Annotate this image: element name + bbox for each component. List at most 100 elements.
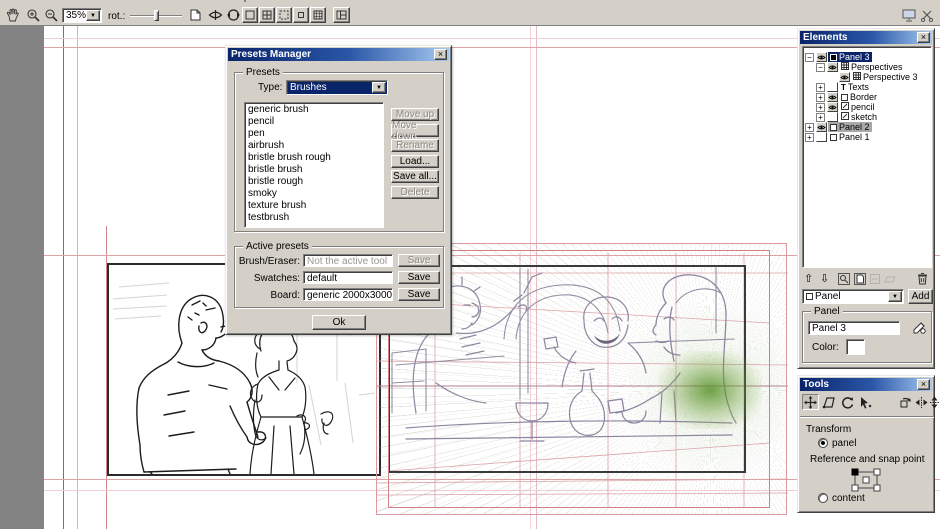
hand-tool-icon[interactable] (4, 7, 22, 23)
lens-icon[interactable] (206, 7, 224, 23)
board-field[interactable]: generic 2000x3000 [pix (303, 288, 393, 301)
tools-titlebar[interactable]: Tools (800, 378, 932, 391)
presets-list[interactable]: generic brush pencil pen airbrush bristl… (244, 102, 384, 228)
menu-edit[interactable]: Edit (36, 0, 53, 3)
elements-tree[interactable]: − Panel 3 − Perspectives Perspective 3 +… (802, 46, 932, 268)
zoom-in-icon[interactable] (24, 7, 42, 23)
expand-icon[interactable]: + (805, 122, 814, 132)
layout-cross-button[interactable] (259, 7, 275, 23)
layout-grid-button[interactable] (310, 7, 326, 23)
save-all-button[interactable]: Save all... (391, 170, 439, 183)
panel-radio[interactable] (818, 438, 828, 448)
layout-small-button[interactable] (293, 7, 309, 23)
visibility-checkbox[interactable] (827, 82, 838, 92)
menu-file[interactable]: File (6, 0, 22, 3)
type-dropdown-icon[interactable]: ▼ (372, 82, 386, 93)
tree-item-border[interactable]: + Border (803, 92, 931, 102)
tree-item-texts[interactable]: + T Texts (803, 82, 931, 92)
eye-icon[interactable] (827, 62, 838, 72)
rotation-slider-handle[interactable] (154, 10, 159, 21)
menu-help[interactable]: Help (229, 0, 250, 3)
list-item[interactable]: bristle brush rough (248, 152, 380, 164)
rename-icon[interactable] (912, 321, 926, 335)
expand-icon[interactable]: + (816, 102, 825, 112)
color-swatch[interactable] (846, 339, 865, 355)
layout-dashed-button[interactable] (276, 7, 292, 23)
move-tool-icon[interactable] (802, 394, 819, 410)
eye-icon[interactable] (816, 52, 827, 62)
eye-icon[interactable] (827, 92, 838, 102)
eye-icon[interactable] (816, 122, 827, 132)
tools-panel[interactable]: Tools × Transform panel Reference and sn… (797, 375, 939, 513)
layout-split-button[interactable] (333, 7, 350, 23)
element-type-combo[interactable]: Panel ▼ (802, 289, 904, 304)
zoom-out-icon[interactable] (42, 7, 60, 23)
menu-boards[interactable]: Boards (148, 0, 180, 3)
guide-line[interactable] (77, 26, 78, 529)
layout-single-button[interactable] (242, 7, 258, 23)
tree-item-perspectives[interactable]: − Perspectives (803, 62, 931, 72)
zoom-level-combo[interactable]: 35% ▼ (62, 8, 102, 23)
tree-item-panel-3[interactable]: − Panel 3 (803, 52, 931, 62)
move-up-icon[interactable]: ⇧ (804, 272, 813, 285)
visibility-checkbox[interactable] (816, 132, 827, 142)
page-flip-icon[interactable] (186, 7, 204, 23)
load-button[interactable]: Load... (391, 155, 439, 168)
close-icon[interactable]: × (917, 32, 930, 43)
content-radio[interactable] (818, 493, 828, 503)
expand-icon[interactable]: + (816, 112, 825, 122)
list-item[interactable]: generic brush (248, 104, 380, 116)
collapse-icon[interactable]: − (816, 62, 825, 72)
content-radio-label[interactable]: content (832, 493, 865, 504)
ok-button[interactable]: Ok (312, 315, 366, 330)
perspective-tool-icon[interactable] (822, 396, 836, 409)
expand-icon[interactable]: + (816, 82, 825, 92)
rotate-90-icon[interactable] (899, 396, 912, 409)
collapse-icon[interactable]: − (805, 52, 814, 62)
guide-line[interactable] (63, 26, 64, 529)
rotate-tool-icon[interactable] (841, 396, 854, 409)
save-swatches-button[interactable]: Save (398, 271, 440, 284)
list-item[interactable]: airbrush (248, 140, 380, 152)
type-combo[interactable]: Brushes ▼ (286, 80, 388, 95)
flip-rotate-icon[interactable] (224, 7, 242, 23)
list-item[interactable]: pencil (248, 116, 380, 128)
board-canvas[interactable]: Presets Manager × Presets Type: Brushes … (0, 26, 940, 529)
menu-board[interactable]: Board (67, 0, 94, 3)
screen-icon[interactable] (900, 7, 918, 23)
tree-item-pencil[interactable]: + pencil (803, 102, 931, 112)
expand-icon[interactable]: + (805, 132, 814, 142)
eye-icon[interactable] (827, 102, 838, 112)
element-type-dropdown-icon[interactable]: ▼ (888, 291, 902, 302)
add-button[interactable]: Add (908, 289, 933, 304)
delete-icon[interactable] (917, 272, 928, 285)
scissors-icon[interactable] (918, 7, 936, 23)
panel-radio-label[interactable]: panel (832, 438, 856, 449)
edit-icon[interactable] (838, 273, 850, 285)
save-board-button[interactable]: Save (398, 288, 440, 301)
swatches-field[interactable]: default (303, 271, 393, 284)
dialog-titlebar[interactable]: Presets Manager (228, 48, 449, 61)
flip-vertical-icon[interactable] (929, 396, 940, 409)
menu-view[interactable]: View (193, 0, 215, 3)
expand-icon[interactable]: + (816, 92, 825, 102)
presets-manager-dialog[interactable]: Presets Manager × Presets Type: Brushes … (225, 45, 452, 335)
snap-point-selector[interactable] (851, 468, 881, 492)
menu-panel[interactable]: Panel (108, 0, 134, 3)
list-item[interactable]: bristle rough (248, 176, 380, 188)
tree-item-panel-1[interactable]: + Panel 1 (803, 132, 931, 142)
close-icon[interactable]: × (434, 49, 447, 60)
close-icon[interactable]: × (917, 379, 930, 390)
tree-item-sketch[interactable]: + sketch (803, 112, 931, 122)
snap-tool-icon[interactable] (859, 396, 872, 409)
tree-item-perspective-3[interactable]: Perspective 3 (803, 72, 931, 82)
elements-panel[interactable]: Elements × − Panel 3 − Perspectives Pers… (797, 28, 935, 369)
list-item[interactable]: texture brush (248, 200, 380, 212)
list-item[interactable]: bristle brush (248, 164, 380, 176)
zoom-dropdown-icon[interactable]: ▼ (86, 10, 100, 21)
tree-item-panel-2[interactable]: + Panel 2 (803, 122, 931, 132)
list-item[interactable]: pen (248, 128, 380, 140)
list-item[interactable]: smoky (248, 188, 380, 200)
panel-name-field[interactable]: Panel 3 (808, 321, 900, 335)
flip-horizontal-icon[interactable] (915, 396, 928, 409)
